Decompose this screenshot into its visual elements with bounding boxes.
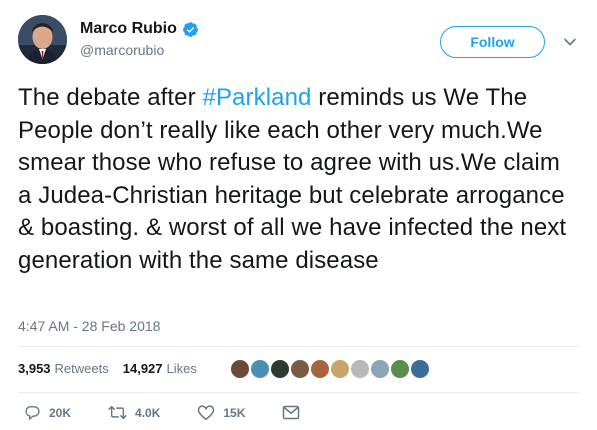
likes-stat[interactable]: 14,927 Likes <box>123 359 197 379</box>
liker-avatar[interactable] <box>329 358 351 380</box>
tweet-text-rest: reminds us We The People don’t really li… <box>18 84 567 274</box>
author-handle[interactable]: @marcorubio <box>80 40 199 60</box>
retweets-label: Retweets <box>54 361 109 376</box>
reply-icon <box>25 406 40 421</box>
avatar-image <box>18 15 67 64</box>
like-button[interactable]: 15K <box>197 404 245 421</box>
divider <box>18 346 579 347</box>
reply-count: 20K <box>49 405 72 420</box>
retweets-count: 3,953 <box>18 361 51 376</box>
follow-button[interactable]: Follow <box>440 26 545 58</box>
chevron-down-icon[interactable] <box>562 34 578 50</box>
likes-label: Likes <box>166 361 197 376</box>
tweet-actions: 20K 4.0K 15K <box>24 404 345 421</box>
liker-avatar[interactable] <box>229 358 251 380</box>
like-count: 15K <box>223 405 246 420</box>
retweets-stat[interactable]: 3,953 Retweets <box>18 359 109 379</box>
avatar[interactable] <box>18 15 67 64</box>
author-block: Marco Rubio @marcorubio <box>80 19 199 60</box>
tweet-timestamp[interactable]: 4:47 AM - 28 Feb 2018 <box>18 317 160 335</box>
liker-avatar[interactable] <box>389 358 411 380</box>
heart-icon <box>198 405 215 421</box>
verified-badge-icon <box>182 21 198 37</box>
liker-avatar[interactable] <box>349 358 371 380</box>
reply-button[interactable]: 20K <box>24 404 71 421</box>
likers-avatars <box>229 358 431 380</box>
liker-avatar[interactable] <box>269 358 291 380</box>
retweet-icon <box>108 405 127 420</box>
author-name-row[interactable]: Marco Rubio <box>80 19 199 39</box>
divider <box>18 392 579 393</box>
hashtag-link[interactable]: #Parkland <box>203 84 312 111</box>
tweet-text: The debate after #Parkland reminds us We… <box>18 82 578 277</box>
liker-avatar[interactable] <box>369 358 391 380</box>
liker-avatar[interactable] <box>249 358 271 380</box>
liker-avatar[interactable] <box>309 358 331 380</box>
likes-count: 14,927 <box>122 361 163 376</box>
retweet-button[interactable]: 4.0K <box>108 404 160 421</box>
author-display-name[interactable]: Marco Rubio <box>80 19 177 39</box>
direct-message-button[interactable] <box>282 405 308 420</box>
envelope-icon <box>283 405 300 420</box>
retweet-count: 4.0K <box>135 405 161 420</box>
engagement-stats: 3,953 Retweets 14,927 Likes <box>18 359 211 379</box>
tweet-card: Marco Rubio @marcorubio Follow The debat… <box>0 0 597 430</box>
liker-avatar[interactable] <box>409 358 431 380</box>
tweet-text-start: The debate after <box>18 84 203 111</box>
liker-avatar[interactable] <box>289 358 311 380</box>
